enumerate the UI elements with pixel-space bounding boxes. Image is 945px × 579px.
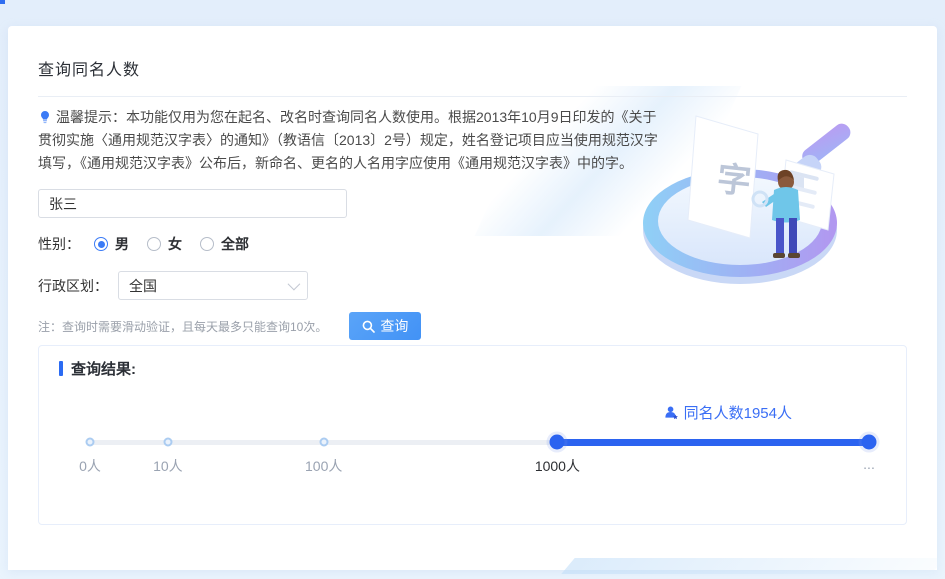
search-icon — [362, 320, 375, 333]
document-sheet: 字 — [688, 116, 758, 238]
radio-male-label[interactable]: 男 — [115, 234, 129, 254]
radio-female-circle[interactable] — [147, 237, 161, 251]
slider-stop-100 — [319, 438, 328, 447]
note-row: 注：查询时需要滑动验证，且每天最多只能查询10次。 查询 — [38, 312, 421, 340]
user-icon — [664, 405, 679, 420]
same-name-count: 同名人数1954人 — [664, 402, 792, 423]
slider-mark-label: ... — [863, 456, 875, 472]
results-header: 查询结果: — [59, 358, 136, 379]
results-title: 查询结果: — [71, 358, 136, 379]
title-divider — [38, 96, 907, 97]
slider-mark-label: 100人 — [305, 456, 342, 476]
slider-active-segment — [557, 439, 869, 446]
slider-mark-label-active: 1000人 — [535, 456, 580, 476]
note-text: 注：查询时需要滑动验证，且每天最多只能查询10次。 — [38, 318, 327, 335]
notice-body: 温馨提示：本功能仅用为您在起名、改名时查询同名人数使用。根据2013年10月9日… — [38, 109, 658, 171]
region-select-value: 全国 — [129, 276, 157, 296]
radio-all-circle[interactable] — [200, 237, 214, 251]
region-label: 行政区划： — [38, 276, 108, 296]
slider-handle[interactable] — [862, 435, 877, 450]
chevron-down-icon — [288, 278, 301, 291]
same-name-count-text: 同名人数1954人 — [684, 402, 792, 423]
result-slider[interactable]: 0人 10人 100人 1000人 ... — [90, 434, 869, 474]
region-row: 行政区划： 全国 — [38, 271, 308, 300]
bulb-icon — [38, 108, 52, 122]
gender-label: 性别： — [38, 234, 80, 254]
results-panel: 查询结果: 同名人数1954人 0人 10人 100人 1000人 ... — [38, 345, 907, 525]
diagonal-decoration-bottom — [561, 558, 944, 574]
radio-all[interactable]: 全部 — [200, 234, 249, 254]
slider-mark-label: 0人 — [79, 456, 101, 476]
radio-male[interactable]: 男 — [94, 234, 129, 254]
svg-text:字: 字 — [715, 160, 753, 201]
region-select[interactable]: 全国 — [118, 271, 308, 300]
corner-decoration — [0, 0, 5, 4]
accent-bar — [59, 361, 63, 376]
page-title: 查询同名人数 — [38, 56, 140, 80]
query-button-label: 查询 — [380, 316, 408, 336]
radio-all-label[interactable]: 全部 — [221, 234, 249, 254]
query-button[interactable]: 查询 — [349, 312, 421, 340]
magnifier-illustration: 字 — [638, 98, 853, 303]
slider-mark-label: 10人 — [153, 456, 183, 476]
gender-row: 性别： 男 女 全部 — [38, 234, 267, 254]
radio-male-circle[interactable] — [94, 237, 108, 251]
radio-female[interactable]: 女 — [147, 234, 182, 254]
name-input[interactable] — [38, 189, 347, 218]
slider-stop-0 — [86, 438, 95, 447]
notice-text: 温馨提示：本功能仅用为您在起名、改名时查询同名人数使用。根据2013年10月9日… — [38, 106, 670, 175]
radio-female-label[interactable]: 女 — [168, 234, 182, 254]
slider-stop-10 — [163, 438, 172, 447]
main-card: 查询同名人数 温馨提示：本功能仅用为您在起名、改名时查询同名人数使用。根据201… — [8, 26, 937, 570]
slider-stop-1000 — [550, 435, 565, 450]
